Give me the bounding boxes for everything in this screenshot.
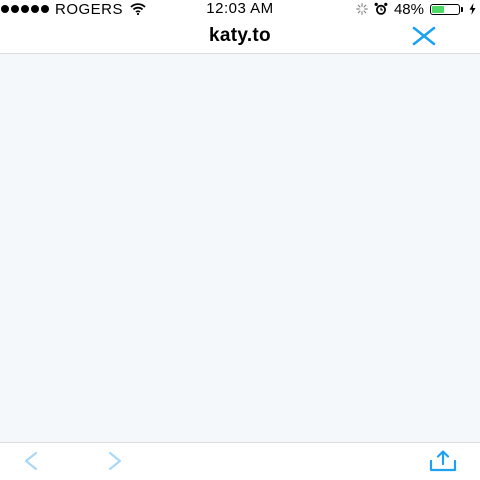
share-button[interactable] bbox=[428, 450, 458, 472]
charging-bolt-icon bbox=[469, 3, 476, 15]
battery-fill bbox=[432, 5, 445, 13]
page-title: katy.to bbox=[209, 25, 271, 46]
web-content-area[interactable] bbox=[0, 54, 480, 442]
status-right: 48% bbox=[356, 0, 476, 18]
battery-tip bbox=[461, 6, 463, 12]
battery-icon bbox=[430, 3, 463, 15]
chevron-left-icon bbox=[24, 451, 38, 471]
navigation-bar: katy.to bbox=[0, 18, 480, 54]
status-bar: ROGERS 12:03 AM 48% bbox=[0, 0, 480, 18]
battery-percentage: 48% bbox=[393, 0, 424, 18]
battery-body bbox=[430, 3, 460, 15]
close-button[interactable] bbox=[412, 26, 436, 46]
share-icon bbox=[429, 450, 457, 472]
bottom-toolbar bbox=[0, 442, 480, 480]
alarm-icon bbox=[374, 2, 388, 15]
loading-spinner-icon bbox=[356, 3, 368, 15]
forward-button[interactable] bbox=[106, 451, 124, 471]
chevron-right-icon bbox=[108, 451, 122, 471]
close-icon bbox=[412, 26, 436, 46]
back-button[interactable] bbox=[22, 451, 40, 471]
